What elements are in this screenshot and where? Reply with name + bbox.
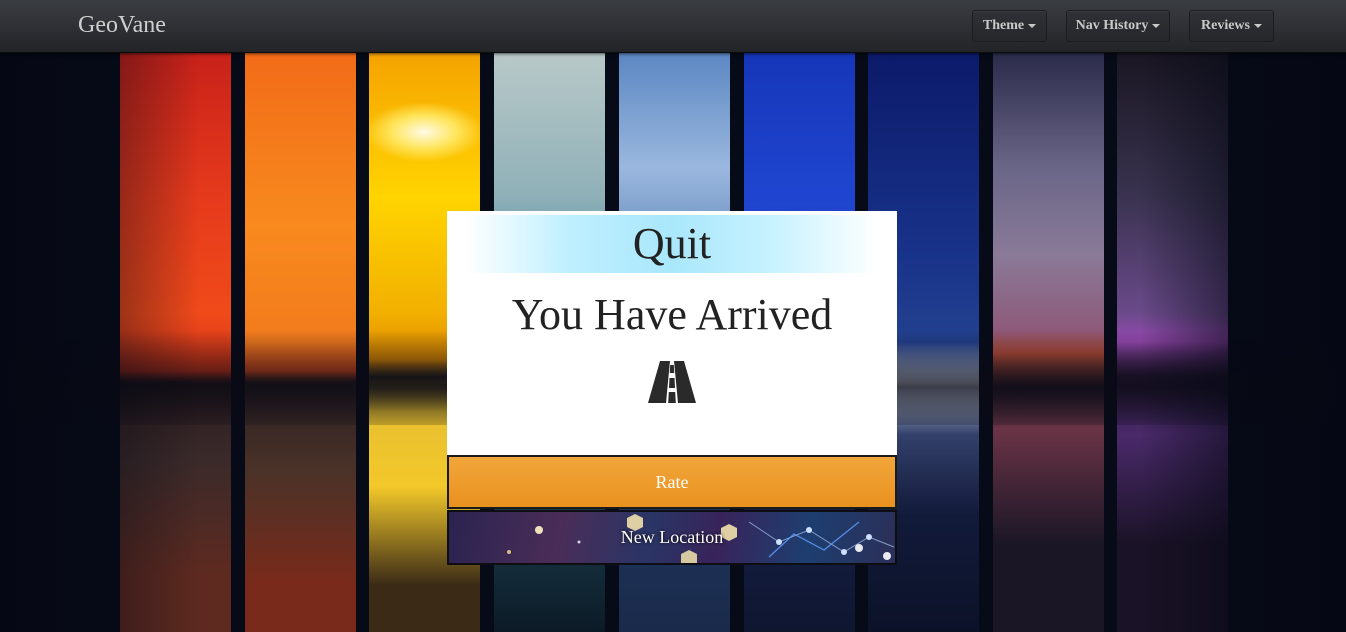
arrival-dialog: Quit You Have Arrived	[447, 211, 897, 455]
caret-down-icon	[1254, 24, 1262, 28]
new-location-button-label: New Location	[620, 527, 724, 547]
reviews-dropdown-label: Reviews	[1201, 18, 1250, 33]
caret-down-icon	[1028, 24, 1037, 28]
top-navbar: GeoVane Theme Nav History Reviews	[0, 0, 1346, 53]
arrival-message: You Have Arrived	[511, 290, 833, 339]
theme-dropdown-label: Theme	[982, 18, 1025, 33]
brand-logo-link[interactable]: GeoVane	[78, 12, 166, 39]
rate-button-label: Rate	[655, 471, 689, 492]
caret-down-icon	[1152, 24, 1161, 28]
nav-history-dropdown[interactable]: Nav History	[1066, 10, 1170, 42]
quit-button[interactable]: Quit	[465, 215, 879, 273]
reviews-dropdown[interactable]: Reviews	[1189, 10, 1274, 42]
theme-dropdown[interactable]: Theme	[972, 10, 1047, 42]
new-location-button[interactable]: New Location	[447, 510, 897, 565]
rate-button[interactable]: Rate	[447, 455, 897, 509]
nav-history-dropdown-label: Nav History	[1075, 18, 1149, 33]
road-icon	[648, 361, 696, 403]
